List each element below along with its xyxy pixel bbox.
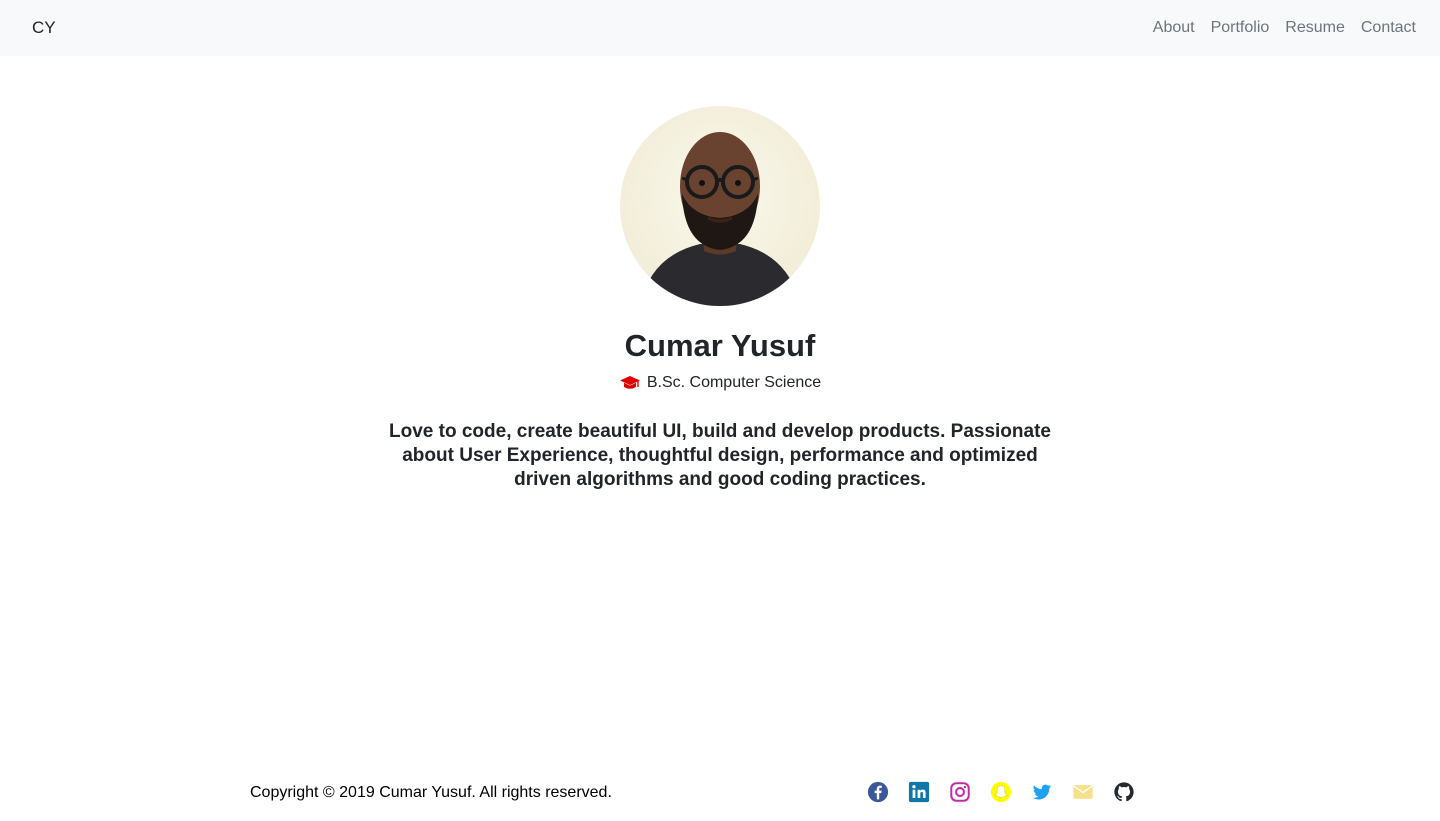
profile-bio: Love to code, create beautiful UI, build… xyxy=(389,421,1051,490)
facebook-icon[interactable] xyxy=(866,780,890,804)
avatar-portrait xyxy=(620,106,820,306)
twitter-icon[interactable] xyxy=(1030,780,1054,804)
linkedin-icon[interactable] xyxy=(907,780,931,804)
nav-link-portfolio[interactable]: Portfolio xyxy=(1203,18,1278,38)
profile-avatar xyxy=(620,106,820,306)
social-links xyxy=(866,779,1153,805)
github-icon[interactable] xyxy=(1112,780,1136,804)
degree-label: B.Sc. Computer Science xyxy=(646,374,822,391)
profile-name: Cumar Yusuf xyxy=(624,328,816,363)
instagram-icon[interactable] xyxy=(948,780,972,804)
nav-link-resume[interactable]: Resume xyxy=(1277,18,1353,38)
nav-link-about[interactable]: About xyxy=(1145,18,1203,38)
graduation-cap-icon xyxy=(619,375,641,391)
brand-logo[interactable]: CY xyxy=(32,17,56,39)
nav-links: About Portfolio Resume Contact xyxy=(1145,0,1424,56)
email-icon[interactable] xyxy=(1071,780,1095,804)
copyright-text: Copyright © 2019 Cumar Yusuf. All rights… xyxy=(250,784,612,801)
nav-link-contact[interactable]: Contact xyxy=(1353,18,1424,38)
snapchat-icon[interactable] xyxy=(989,780,1013,804)
profile-degree: B.Sc. Computer Science xyxy=(0,373,1440,393)
navbar: CY About Portfolio Resume Contact xyxy=(0,0,1440,56)
